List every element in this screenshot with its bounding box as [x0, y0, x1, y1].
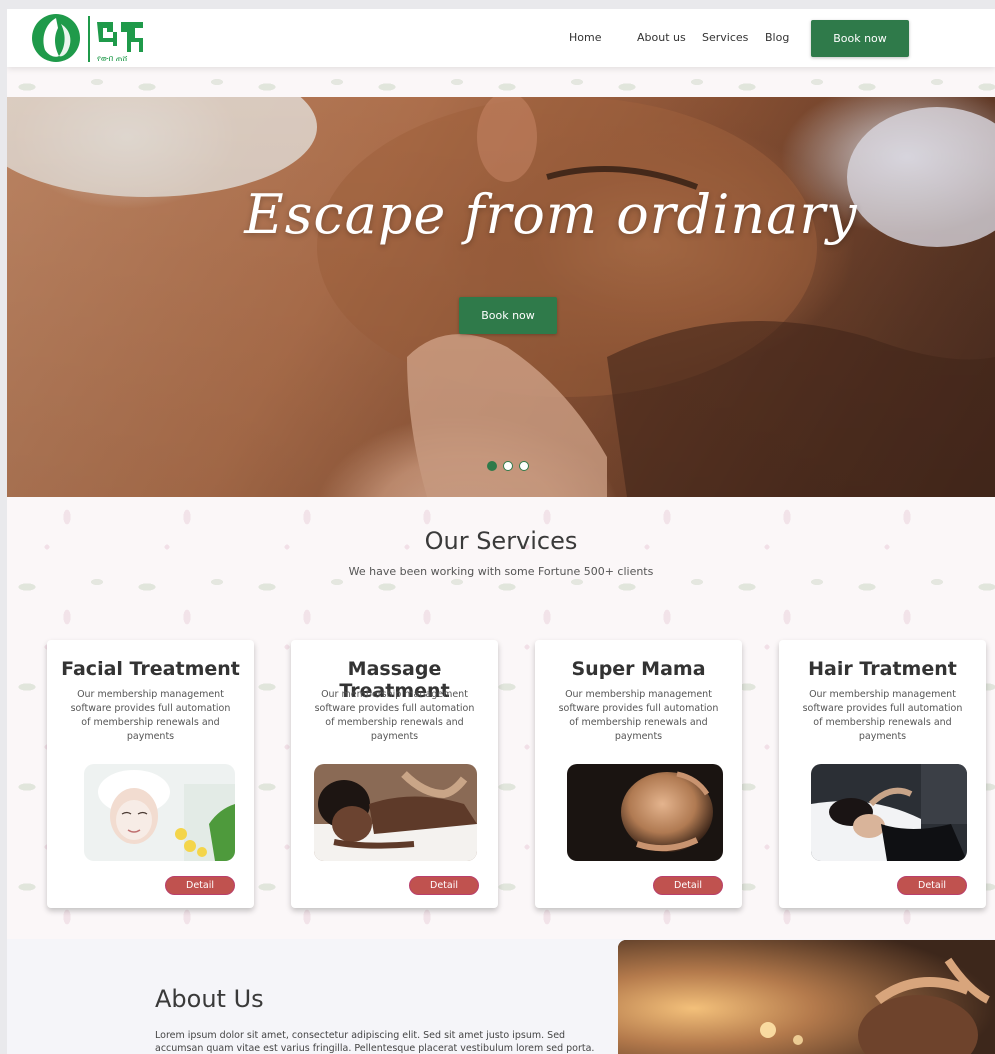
carousel-dots [487, 461, 529, 471]
card-title: Super Mama [571, 658, 706, 680]
header-book-now-button[interactable]: Book now [811, 20, 909, 57]
svg-text:የውበ ጠሸ: የውበ ጠሸ [97, 54, 127, 63]
services-title: Our Services [424, 527, 578, 555]
card-description: Our membership management software provi… [802, 689, 963, 742]
carousel-dot-3[interactable] [519, 461, 529, 471]
nav-blog[interactable]: Blog [765, 31, 789, 44]
header: የውበ ጠሸ Home About us Services Blog Book … [7, 9, 995, 67]
about-title: About Us [155, 985, 264, 1013]
card-description: Our membership management software provi… [558, 689, 719, 742]
card-description: Our membership management software provi… [70, 689, 231, 742]
hero-title: Escape from ordinary [244, 183, 858, 246]
detail-button[interactable]: Detail [409, 876, 479, 895]
about-image [618, 940, 995, 1054]
services-subtitle: We have been working with some Fortune 5… [348, 565, 654, 578]
service-card-massage: Massage Treatment Our membership managem… [291, 640, 498, 908]
detail-button[interactable]: Detail [897, 876, 967, 895]
service-card-hair: Hair Tratment Our membership management … [779, 640, 986, 908]
about-text: Lorem ipsum dolor sit amet, consectetur … [155, 1030, 595, 1054]
facial-treatment-image [84, 764, 235, 861]
super-mama-image [567, 764, 723, 861]
hero-banner: Escape from ordinary Book now [7, 97, 995, 497]
detail-button[interactable]: Detail [653, 876, 723, 895]
massage-treatment-image [314, 764, 477, 861]
page: የውበ ጠሸ Home About us Services Blog Book … [7, 9, 995, 1054]
card-title: Hair Tratment [808, 658, 957, 680]
nav-services[interactable]: Services [702, 31, 748, 44]
nav-home[interactable]: Home [569, 31, 601, 44]
carousel-dot-1[interactable] [487, 461, 497, 471]
card-description: Our membership management software provi… [314, 689, 475, 742]
detail-button[interactable]: Detail [165, 876, 235, 895]
carousel-dot-2[interactable] [503, 461, 513, 471]
service-card-super-mama: Super Mama Our membership management sof… [535, 640, 742, 908]
hair-treatment-image [811, 764, 967, 861]
hero-book-now-button[interactable]: Book now [459, 297, 557, 334]
service-card-facial: Facial Treatment Our membership manageme… [47, 640, 254, 908]
card-title: Facial Treatment [61, 658, 240, 680]
logo[interactable]: የውበ ጠሸ [31, 12, 151, 64]
nav-about-us[interactable]: About us [637, 31, 686, 44]
